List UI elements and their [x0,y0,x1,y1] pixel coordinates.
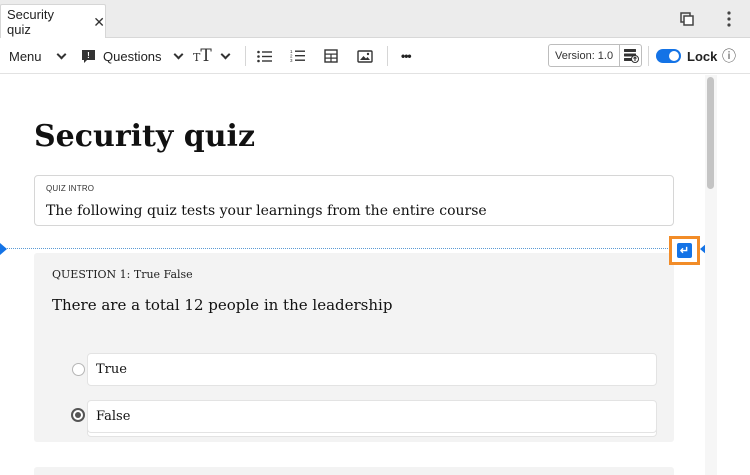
radio-false-selected[interactable] [71,408,85,422]
numbered-list-button[interactable]: 123 [290,38,305,74]
bullet-list-icon [257,50,272,63]
insertion-marker-left [0,243,7,255]
more-options-button[interactable]: ••• [401,38,412,74]
table-button[interactable] [324,38,338,74]
question-icon: ! [81,49,96,64]
tab-bar: Security quiz ✕ [0,0,750,39]
info-icon[interactable]: ⓘ [722,38,736,74]
editor-toolbar: Menu ! Questions TT 123 ••• Version: 1.0… [0,38,750,74]
questions-label: Questions [103,48,162,64]
toggle-knob [669,51,679,61]
chevron-down-icon [173,49,183,59]
answer-option-false[interactable]: False [87,400,657,433]
question-label: QUESTION 1: True False [52,268,193,281]
answer-option-label: True [96,362,127,377]
tab-title: Security quiz [7,7,54,37]
version-control[interactable]: Version: 1.0 [548,44,642,67]
publish-version-icon[interactable] [620,48,641,63]
version-label: Version: 1.0 [549,45,621,66]
answer-option-true[interactable]: True [87,353,657,386]
quiz-intro-block[interactable]: QUIZ INTRO The following quiz tests your… [34,175,674,226]
scrollbar-thumb[interactable] [707,77,714,189]
table-icon [324,49,338,63]
answer-option-label: False [96,409,131,424]
insertion-guide-line [0,248,706,249]
bullet-list-button[interactable] [257,38,272,74]
svg-text:3: 3 [290,58,293,63]
text-size-icon: TT [193,46,212,66]
numbered-list-icon: 123 [290,49,305,63]
menu-label: Menu [9,48,42,64]
image-button[interactable] [357,38,373,74]
question-text[interactable]: There are a total 12 people in the leade… [52,296,392,314]
page-title: Security quiz [34,119,255,154]
quiz-intro-label: QUIZ INTRO [46,184,95,193]
lock-toggle[interactable] [656,49,681,63]
toolbar-divider [648,46,649,66]
question-card[interactable]: QUESTION 1: True False There are a total… [34,253,674,442]
toolbar-divider [387,46,388,66]
copy-icon[interactable] [678,10,696,28]
menu-button[interactable]: Menu [9,38,66,74]
chevron-down-icon [56,49,66,59]
radio-true[interactable] [72,363,85,376]
lock-label: Lock [687,48,718,64]
image-icon [357,49,373,63]
questions-button[interactable]: ! Questions [81,38,183,74]
text-style-button[interactable]: TT [193,38,231,74]
more-horizontal-icon: ••• [401,49,412,63]
quiz-intro-text[interactable]: The following quiz tests your learnings … [46,203,487,219]
svg-text:!: ! [87,51,90,60]
enter-icon: ↵ [677,243,692,258]
close-tab-icon[interactable]: ✕ [93,14,105,31]
more-vertical-icon[interactable] [720,10,738,28]
toolbar-divider [245,46,246,66]
editor-canvas: Security quiz QUIZ INTRO The following q… [0,75,750,475]
chevron-down-icon [220,49,231,59]
tab-security-quiz[interactable]: Security quiz ✕ [0,4,106,39]
insert-block-button[interactable]: ↵ [669,236,700,265]
next-question-card[interactable] [34,467,674,475]
